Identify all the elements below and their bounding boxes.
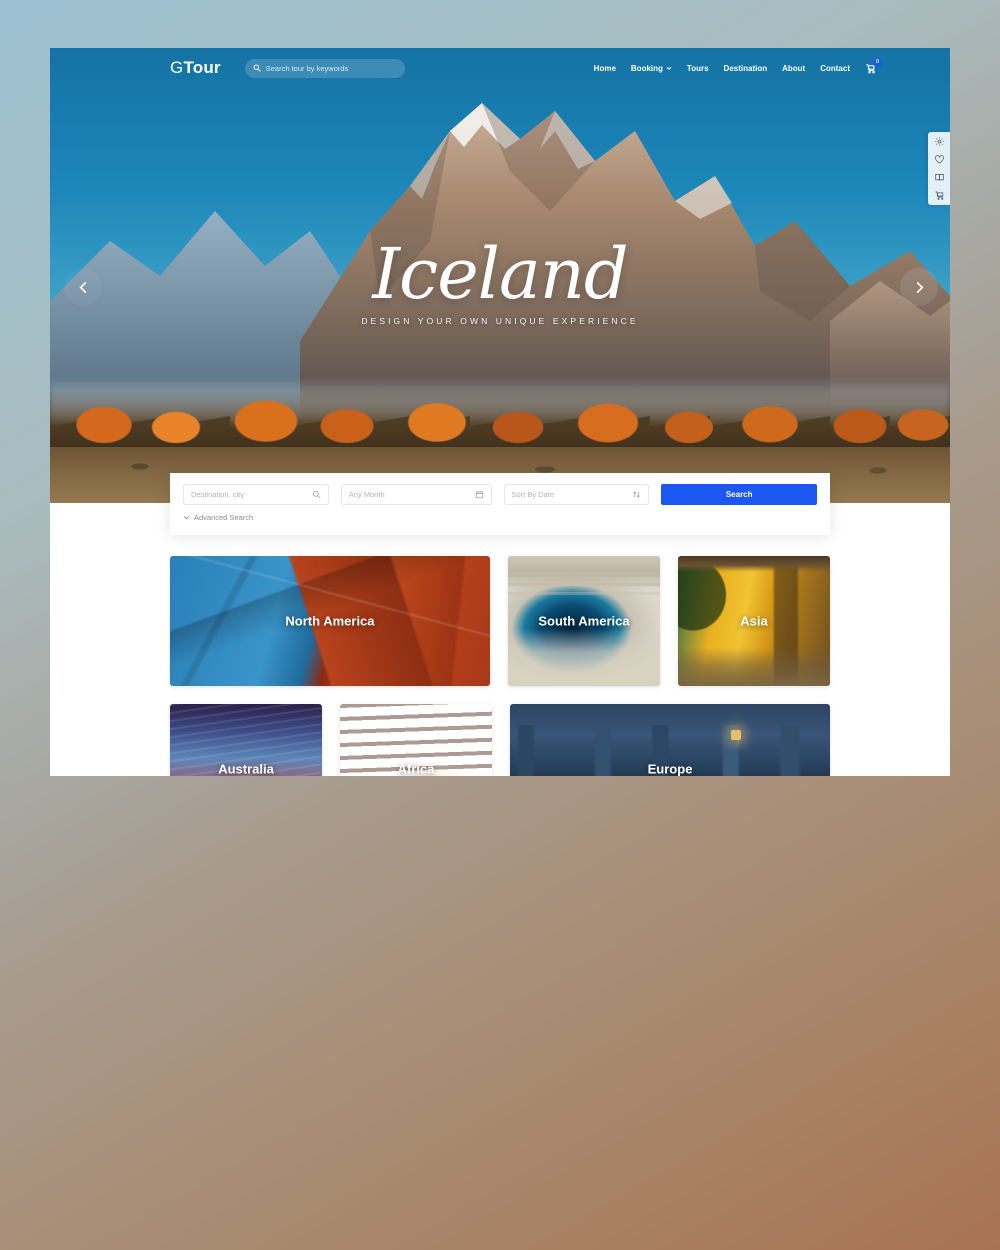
nav-item-home[interactable]: Home bbox=[594, 64, 616, 73]
hero-carousel: GTour Home Booking Tours Destination Abo… bbox=[50, 48, 950, 503]
nav-label: Destination bbox=[723, 63, 768, 73]
destination-input[interactable] bbox=[191, 490, 308, 499]
chevron-right-icon bbox=[916, 281, 923, 293]
nav-item-destination[interactable]: Destination bbox=[724, 64, 768, 73]
nav-label: Home bbox=[593, 63, 616, 73]
search-submit-button[interactable]: Search bbox=[661, 484, 817, 505]
calendar-icon bbox=[475, 491, 483, 499]
tour-search-panel: Search Advanced Search bbox=[170, 473, 830, 535]
cart-badge-count: 0 bbox=[873, 57, 882, 67]
site-header: GTour Home Booking Tours Destination Abo… bbox=[50, 48, 950, 88]
destination-card-grid: North America South America Asia Austral… bbox=[170, 556, 831, 777]
header-search-box[interactable] bbox=[244, 58, 405, 78]
destination-card-label: Australia bbox=[218, 761, 274, 777]
logo-prefix: G bbox=[170, 58, 184, 77]
nav-label: Tours bbox=[686, 63, 709, 73]
main-navigation: Home Booking Tours Destination About Con… bbox=[594, 57, 882, 74]
hero-copy: Iceland DESIGN YOUR OWN UNIQUE EXPERIENC… bbox=[50, 233, 950, 326]
destination-card-europe[interactable]: Europe bbox=[510, 704, 831, 777]
destination-card-label: Asia bbox=[740, 613, 768, 629]
browser-viewport: GTour Home Booking Tours Destination Abo… bbox=[50, 48, 950, 776]
nav-item-contact[interactable]: Contact bbox=[820, 64, 850, 73]
nav-label: Contact bbox=[820, 63, 850, 73]
nav-label: About bbox=[782, 63, 806, 73]
destination-card-asia[interactable]: Asia bbox=[677, 556, 831, 686]
advanced-search-toggle[interactable]: Advanced Search bbox=[183, 513, 817, 522]
nav-item-booking[interactable]: Booking bbox=[631, 64, 672, 73]
cart-icon[interactable] bbox=[934, 190, 945, 201]
destination-card-label: North America bbox=[285, 613, 375, 629]
nav-item-about[interactable]: About bbox=[782, 64, 805, 73]
chevron-down-icon bbox=[183, 516, 190, 520]
hero-subtitle: DESIGN YOUR OWN UNIQUE EXPERIENCE bbox=[361, 315, 639, 326]
destination-card-label: Europe bbox=[647, 761, 693, 777]
destination-card-north-america[interactable]: North America bbox=[170, 556, 490, 686]
sort-input[interactable] bbox=[511, 490, 629, 499]
sort-icon bbox=[633, 491, 641, 498]
destination-card-africa[interactable]: Africa bbox=[340, 704, 493, 777]
book-icon[interactable] bbox=[934, 172, 945, 183]
month-field[interactable] bbox=[340, 484, 492, 505]
month-input[interactable] bbox=[348, 490, 471, 499]
destination-card-australia[interactable]: Australia bbox=[170, 704, 323, 777]
chevron-down-icon bbox=[666, 66, 672, 70]
site-logo[interactable]: GTour bbox=[170, 58, 221, 78]
destination-card-south-america[interactable]: South America bbox=[507, 556, 660, 686]
nav-item-tours[interactable]: Tours bbox=[687, 64, 709, 73]
floating-tool-rail bbox=[928, 132, 950, 205]
destination-row: North America South America Asia bbox=[170, 556, 831, 686]
destination-card-label: South America bbox=[538, 613, 630, 629]
destination-row: Australia Africa Europe bbox=[170, 704, 831, 777]
search-icon bbox=[312, 490, 321, 499]
carousel-prev-button[interactable] bbox=[64, 268, 102, 306]
autumn-treeline bbox=[50, 389, 950, 451]
search-field-row: Search bbox=[183, 484, 817, 505]
search-icon bbox=[253, 64, 261, 72]
hero-title: Iceland bbox=[372, 233, 628, 315]
logo-suffix: Tour bbox=[183, 58, 221, 77]
advanced-search-label: Advanced Search bbox=[194, 513, 254, 522]
destination-field[interactable] bbox=[183, 484, 329, 505]
settings-icon[interactable] bbox=[934, 136, 945, 147]
header-search-input[interactable] bbox=[265, 63, 397, 73]
nav-item-cart[interactable]: 0 bbox=[865, 57, 882, 74]
carousel-next-button[interactable] bbox=[900, 268, 938, 306]
sort-field[interactable] bbox=[503, 484, 650, 505]
destination-card-label: Africa bbox=[397, 761, 435, 777]
heart-icon[interactable] bbox=[934, 154, 945, 165]
nav-label: Booking bbox=[630, 63, 663, 73]
chevron-left-icon bbox=[79, 281, 86, 293]
clock-tower-glow bbox=[730, 730, 741, 740]
